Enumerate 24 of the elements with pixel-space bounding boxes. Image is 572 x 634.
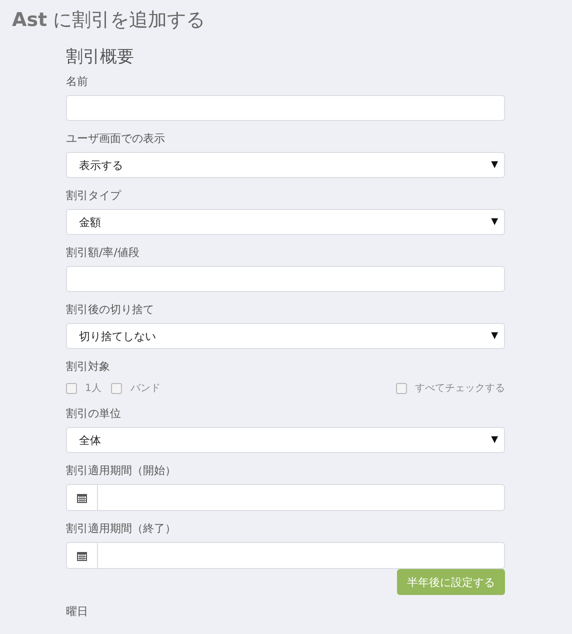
- date-field[interactable]: [97, 542, 505, 569]
- field-label: 曜日: [66, 605, 89, 618]
- section-heading: 割引概要: [66, 46, 135, 68]
- calendar-button[interactable]: [66, 542, 97, 569]
- dropdown[interactable]: 金額 ▼: [66, 209, 505, 235]
- field-label: ユーザ画面での表示: [66, 131, 166, 146]
- calendar-icon: [77, 550, 87, 560]
- page-title: Ast に割引を追加する: [12, 8, 206, 33]
- date-field[interactable]: [97, 484, 505, 511]
- dropdown[interactable]: 切り捨てしない ▼: [66, 323, 505, 349]
- field-label: 割引額/率/値段: [66, 245, 140, 260]
- field-label: 割引の単位: [66, 406, 122, 421]
- text-field[interactable]: [66, 266, 505, 292]
- field-label: 割引適用期間（終了）: [66, 521, 177, 536]
- text-field[interactable]: [66, 95, 505, 121]
- field-label: 割引適用期間（開始）: [66, 463, 177, 478]
- calendar-icon: [77, 492, 87, 502]
- field-label: 割引タイプ: [66, 188, 122, 203]
- field-label: 割引後の切り捨て: [66, 302, 155, 317]
- field-label: 名前: [66, 74, 89, 89]
- field-label: 割引対象: [66, 359, 111, 374]
- calendar-button[interactable]: [66, 484, 97, 511]
- dropdown[interactable]: 表示する ▼: [66, 152, 505, 178]
- dropdown[interactable]: 全体 ▼: [66, 427, 505, 453]
